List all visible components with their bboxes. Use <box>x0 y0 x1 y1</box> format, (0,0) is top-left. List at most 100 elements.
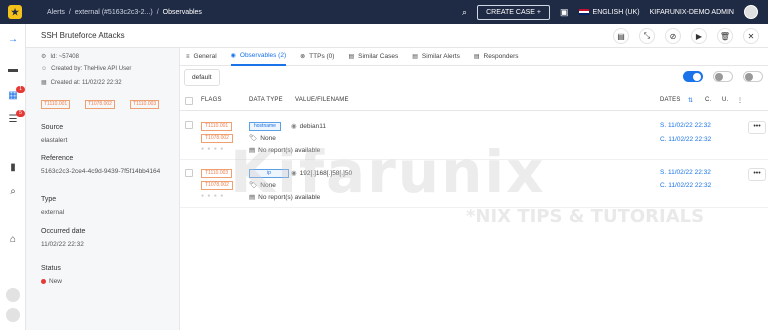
col-u[interactable]: U. <box>722 97 728 103</box>
report-line: ▤ No report(s) available <box>249 193 320 202</box>
tab-observables[interactable]: ◉ Observables (2) <box>230 48 287 66</box>
ignore-icon[interactable]: ⊘ <box>665 28 681 44</box>
create-case-button[interactable]: CREATE CASE + <box>477 4 551 20</box>
export-icon[interactable]: ▤ <box>613 28 629 44</box>
observable-icon: ◉ <box>230 53 236 59</box>
table-row[interactable]: T1110.001 T1078.002 ● ● ● ● hostname ◉ de… <box>180 116 768 160</box>
row-menu-button[interactable]: ••• <box>748 121 766 134</box>
tabs-bar: ≡ General ◉ Observables (2) ⊗ TTPs (0) ▤ Sim… <box>180 48 768 66</box>
observable-icon: ◉ <box>291 123 297 130</box>
status-label: Status <box>41 265 61 272</box>
datatype-tag[interactable]: hostname <box>249 122 281 131</box>
tag-t1110-003[interactable]: T1110.003 <box>130 100 160 109</box>
col-value[interactable]: VALUE/FILENAME <box>295 97 349 103</box>
user-icon: ☺ <box>41 66 48 72</box>
circle-button[interactable] <box>6 308 20 322</box>
search-nav-icon[interactable]: ⌕ <box>7 186 19 198</box>
row-checkbox[interactable] <box>185 169 193 177</box>
tab-similar-alerts[interactable]: ▤ Similar Alerts <box>412 48 460 66</box>
breadcrumb-alerts[interactable]: Alerts <box>47 9 65 16</box>
arrow-right-icon[interactable]: → <box>7 34 19 46</box>
merge-icon[interactable]: ⤡ <box>639 28 655 44</box>
delete-icon[interactable]: 🗑 <box>717 28 733 44</box>
tab-general[interactable]: ≡ General <box>186 48 217 66</box>
flag-tag[interactable]: T1078.002 <box>201 181 233 190</box>
table-row[interactable]: T1110.003 T1078.002 ● ● ● ● ip ◉ 192[.]16… <box>180 164 768 208</box>
observable-icon: ◉ <box>291 170 297 177</box>
observable-value[interactable]: ◉ 192[.]168[.]58[.]50 <box>291 169 352 178</box>
alerts-tab-icon: ▤ <box>412 54 418 60</box>
gear-icon: ⚙ <box>41 54 47 60</box>
tab-label: Similar Cases <box>358 53 399 60</box>
flag-tag[interactable]: T1078.002 <box>201 134 233 143</box>
tag-t1110-001[interactable]: T1110.001 <box>41 100 71 109</box>
cases-icon: ▤ <box>348 54 355 60</box>
row-menu-button[interactable]: ••• <box>748 168 766 181</box>
rating-stars[interactable]: ● ● ● ● <box>201 193 224 199</box>
tab-label: TTPs (0) <box>309 53 335 60</box>
status-value: New <box>41 277 62 286</box>
alert-id: ⚙ Id: ~57408 <box>41 53 79 61</box>
search-icon[interactable]: ⌕ <box>462 7 467 18</box>
list-icon: ≡ <box>186 53 190 60</box>
close-icon[interactable]: ✕ <box>743 28 759 44</box>
status-text: New <box>49 278 63 285</box>
report-icon: ▤ <box>249 194 256 201</box>
run-responder-icon[interactable]: ▶ <box>691 28 707 44</box>
left-nav: → ▬ ▦ 1 ☰ 5 ▮ ⌕ ⌂ <box>0 24 26 330</box>
briefcase-icon[interactable]: ▬ <box>7 64 19 76</box>
rating-stars[interactable]: ● ● ● ● <box>201 146 224 152</box>
created-at-text: Created at: 11/02/22 22:32 <box>50 79 122 86</box>
bee-logo-icon: ★ <box>8 5 22 19</box>
organisation-icon[interactable]: ⌂ <box>7 234 19 246</box>
date-start: S. 11/02/22 22:32 <box>660 169 711 176</box>
tab-ttps[interactable]: ⊗ TTPs (0) <box>300 48 334 66</box>
flag-tag[interactable]: T1110.001 <box>201 122 233 131</box>
tab-similar-cases[interactable]: ▤ Similar Cases <box>348 48 398 66</box>
breadcrumb-alert[interactable]: external (#5163c2c3-2...) <box>75 9 153 16</box>
language-selector[interactable]: ENGLISH (UK) <box>578 8 640 16</box>
column-options-icon[interactable]: ⋮ <box>737 97 743 104</box>
app-logo[interactable]: ★ <box>0 0 30 24</box>
toggle-knob <box>693 73 701 81</box>
language-label: ENGLISH (UK) <box>592 8 640 16</box>
reference-label: Reference <box>41 155 74 162</box>
col-datatype[interactable]: DATA TYPE <box>249 97 283 103</box>
occurred-value: 11/02/22 22:32 <box>41 241 84 248</box>
created-at: ▦ Created at: 11/02/22 22:32 <box>41 79 122 87</box>
table-header: FLAGS DATA TYPE VALUE/FILENAME DATES ⇅ C… <box>180 91 768 111</box>
alerts-badge: 1 <box>16 86 25 93</box>
sort-icon[interactable]: ⇅ <box>688 97 693 104</box>
tasks-badge: 5 <box>16 110 25 117</box>
breadcrumb-sep: / <box>156 8 159 16</box>
toggle-switch[interactable] <box>743 71 763 82</box>
alert-info-panel: ⚙ Id: ~57408 ☺ Created by: TheHive API Use… <box>26 48 180 330</box>
toggle-switch[interactable] <box>713 71 733 82</box>
circle-button[interactable] <box>6 288 20 302</box>
tag-t1078-002[interactable]: T1078.002 <box>85 100 115 109</box>
user-name[interactable]: KIFARUNIX-DEMO ADMIN <box>650 9 734 16</box>
default-filter-button[interactable]: default <box>184 69 220 86</box>
source-label: Source <box>41 124 64 131</box>
type-label: Type <box>41 196 57 203</box>
observable-value-text: debian11 <box>299 122 326 130</box>
tab-label: General <box>193 53 217 60</box>
status-dot-icon <box>41 279 46 284</box>
col-dates[interactable]: DATES <box>660 97 681 103</box>
case-header: SSH Bruteforce Attacks ▤ ⤡ ⊘ ▶ 🗑 ✕ <box>26 24 768 48</box>
flag-tag[interactable]: T1110.003 <box>201 169 233 178</box>
clipboard-icon[interactable]: ▣ <box>560 7 569 18</box>
observable-value[interactable]: ◉ debian11 <box>291 122 326 131</box>
col-c[interactable]: C. <box>705 97 711 103</box>
report-text: No report(s) available <box>258 146 321 154</box>
toggle-switch[interactable] <box>683 71 703 82</box>
dashboard-icon[interactable]: ▮ <box>7 162 19 174</box>
col-flags[interactable]: FLAGS <box>201 97 222 103</box>
tab-responders[interactable]: ▤ Responders <box>474 48 519 66</box>
avatar[interactable] <box>744 5 758 19</box>
select-all-checkbox[interactable] <box>185 97 193 105</box>
row-checkbox[interactable] <box>185 121 193 129</box>
datatype-tag[interactable]: ip <box>249 169 289 178</box>
toggle-knob <box>745 73 753 81</box>
date-created: C. 11/02/22 22:32 <box>660 136 712 143</box>
